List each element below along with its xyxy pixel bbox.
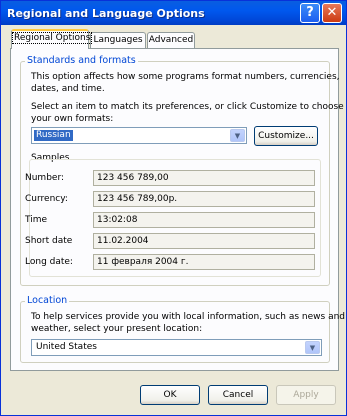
location-description-line1: To help services provide you with local … [31,312,346,322]
sample-number: 123 456 789,00 [93,170,315,186]
sample-label-time: Time [25,215,48,225]
format-value: Russian [34,130,73,141]
tab-regional-options[interactable]: Regional Options [11,29,93,49]
window-title: Regional and Language Options [7,7,205,20]
tab-languages[interactable]: Languages [90,32,146,49]
help-icon: ? [306,5,314,20]
cancel-button[interactable]: Cancel [208,385,268,405]
location-group-label: Location [25,295,70,306]
sample-short-date: 11.02.2004 [93,233,315,249]
tab-label: Advanced [148,35,194,45]
apply-button[interactable]: Apply [276,385,336,405]
tab-panel: Standards and formats This option affect… [10,48,345,371]
standards-description-line1: This option affects how some programs fo… [31,72,340,82]
chevron-down-icon[interactable]: ▼ [230,129,245,142]
close-button[interactable]: ✕ [322,3,342,23]
location-dropdown[interactable]: United States ▼ [31,339,322,356]
ok-button[interactable]: OK [140,385,200,405]
tab-label: Languages [93,35,143,45]
location-value: United States [36,342,97,352]
help-button[interactable]: ? [300,3,320,23]
chevron-down-icon[interactable]: ▼ [305,341,320,354]
title-bar[interactable]: Regional and Language Options ? ✕ [1,1,346,25]
standards-instruction-line1: Select an item to match its preferences,… [31,102,344,112]
sample-label-number: Number: [25,173,65,183]
sample-time: 13:02:08 [93,212,315,228]
sample-label-currency: Currency: [25,194,68,204]
standards-instruction-line2: your own formats: [31,114,114,124]
sample-currency: 123 456 789,00р. [93,191,315,207]
sample-label-short-date: Short date [25,236,73,246]
customize-button[interactable]: Customize... [254,126,318,146]
dialog-window: Regional and Language Options ? ✕ Region… [0,0,347,416]
tab-label: Regional Options [12,32,93,44]
location-description-line2: weather, select your present location: [31,324,203,334]
sample-long-date: 11 февраля 2004 г. [93,254,315,270]
close-icon: ✕ [326,5,338,20]
standards-description-line2: dates, and time. [31,84,105,94]
tab-advanced[interactable]: Advanced [147,32,195,49]
standards-group-label: Standards and formats [25,55,138,66]
sample-label-long-date: Long date: [25,257,73,267]
format-dropdown[interactable]: Russian ▼ [31,127,247,144]
